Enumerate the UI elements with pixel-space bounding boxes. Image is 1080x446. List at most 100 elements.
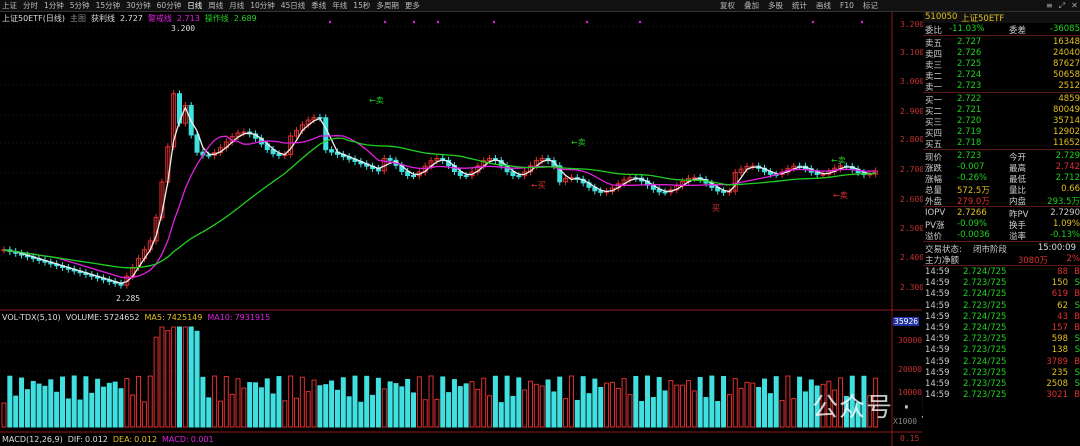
volume-bar (89, 392, 95, 428)
period-tab[interactable]: 多周期 (376, 0, 399, 11)
volume-bar (411, 392, 416, 428)
iopv-row: PV涨 -0.09% 换手 1.09% (923, 219, 1080, 231)
price-axis-label: 2.500 (900, 224, 925, 233)
volume-bar (258, 387, 264, 428)
bid-row[interactable]: 买二 2.721 80049 (923, 105, 1080, 117)
tool-button[interactable]: 标记 (863, 0, 878, 11)
volume-bar (633, 375, 639, 428)
bid-row[interactable]: 买四 2.719 12902 (923, 127, 1080, 139)
volume-bar (30, 380, 36, 428)
volume-bar (136, 375, 142, 428)
period-tab[interactable]: 15分钟 (96, 0, 121, 11)
period-tab[interactable]: 1分钟 (44, 0, 64, 11)
period-tab[interactable]: 5分钟 (70, 0, 90, 11)
ask-row[interactable]: 卖四 2.726 24040 (923, 48, 1080, 60)
ask-row[interactable]: 卖三 2.725 87627 (923, 59, 1080, 71)
volume-bar (130, 394, 136, 428)
divider (923, 149, 1080, 150)
period-tab[interactable]: 45日线 (281, 0, 306, 11)
period-tab[interactable]: 30分钟 (126, 0, 151, 11)
tool-button[interactable]: F10 (840, 1, 854, 10)
volume-bar (177, 326, 182, 428)
close-icon[interactable]: ✕ (1071, 1, 1078, 10)
weibi-value: -11.03% (949, 24, 985, 34)
menu-icon[interactable]: ≡ (1046, 1, 1053, 10)
volume-bar (422, 399, 428, 428)
tool-button[interactable]: 复权 (720, 0, 735, 11)
volume-bar (317, 385, 323, 428)
volume-bar (674, 384, 680, 428)
tick-time: 14:59 (925, 278, 950, 289)
tool-button[interactable]: 画线 (816, 0, 831, 11)
period-tab[interactable]: 60分钟 (157, 0, 182, 11)
price-axis-label: 2.700 (900, 165, 925, 174)
tool-button[interactable]: 叠加 (744, 0, 759, 11)
ask-row[interactable]: 卖一 2.723 2512 (923, 81, 1080, 93)
tool-button[interactable]: 统计 (792, 0, 807, 11)
volume-bar (194, 330, 200, 428)
indicator-name[interactable]: 获利线 (91, 13, 115, 24)
volume-bar (77, 399, 83, 428)
bid-row[interactable]: 买三 2.720 35714 (923, 116, 1080, 128)
iopv-row: 溢价 -0.0036 溢率 -0.13% (923, 230, 1080, 242)
price-axis-label: 2.800 (900, 135, 925, 144)
bid-row[interactable]: 买五 2.718 11652 (923, 138, 1080, 150)
kline-chart[interactable]: 上证50ETF(日线) 主图 获利线 2.727 警戒线 2.713 操作线 2… (0, 12, 1028, 446)
volume-bar (276, 376, 282, 428)
period-tab[interactable]: 周线 (208, 0, 223, 11)
bid-volume: 11652 (1052, 138, 1080, 148)
volume-bar (48, 379, 54, 428)
bid-price: 2.719 (957, 127, 982, 137)
period-tab[interactable]: 分时 (23, 0, 38, 11)
period-tab[interactable]: 年线 (332, 0, 347, 11)
period-tab[interactable]: 季线 (311, 0, 326, 11)
volume-bar (329, 380, 335, 428)
volume-bar (375, 377, 381, 428)
tick-side: S (1074, 379, 1080, 389)
volume-bar (645, 375, 650, 428)
candle-body (516, 175, 522, 178)
maximize-icon[interactable]: ⤢ (1059, 1, 1065, 11)
tick-price: 2.723/725 (963, 390, 1007, 401)
price-axis-label: 3.000 (900, 77, 925, 86)
bid-row[interactable]: 买一 2.722 4859 (923, 94, 1080, 106)
candle-body (387, 158, 393, 161)
quote-value: 2.723 (957, 151, 982, 161)
price-axis-label: 2.600 (900, 195, 925, 204)
volume-bar (270, 393, 276, 428)
divider (923, 265, 1080, 266)
chart-canvas[interactable] (0, 12, 922, 446)
top-marker (811, 20, 815, 24)
candle-body (194, 134, 200, 153)
tick-side: S (1074, 278, 1080, 289)
period-tab[interactable]: 10分钟 (250, 0, 275, 11)
top-marker (638, 20, 642, 24)
main-label[interactable]: 主图 (70, 13, 86, 24)
macd-name[interactable]: MACD(12,26,9) (2, 435, 63, 444)
tick-time: 14:59 (925, 356, 950, 367)
ask-row[interactable]: 卖五 2.727 16348 (923, 37, 1080, 49)
period-tab[interactable]: 更多 (405, 0, 420, 11)
tick-time: 14:59 (925, 367, 950, 378)
period-tab[interactable]: 15秒 (353, 0, 370, 11)
ask-row[interactable]: 卖二 2.724 50658 (923, 70, 1080, 82)
macd-indicator-header: MACD(12,26,9) DIF: 0.012 DEA: 0.012 MACD… (2, 433, 219, 445)
period-tab[interactable]: 月线 (229, 0, 244, 11)
warning-line-value: 2.713 (176, 13, 200, 23)
dif-label: DIF: (67, 434, 83, 444)
volume-bar (522, 389, 528, 428)
quote-row: 外盘 279.0万 内盘 293.5万 (923, 195, 1080, 207)
tick-row: 14:59 2.724/725 88 B (923, 267, 1080, 278)
price-axis-label: 2.400 (900, 253, 925, 262)
quote-panel: 510050 上证50ETF 委比 -11.03% 委差 -36085 卖五 2.727 1… (923, 12, 1080, 446)
vol-name[interactable]: VOL-TDX(5,10) (2, 313, 61, 322)
volume-bar (440, 376, 446, 428)
volume-bar (498, 402, 504, 428)
volume-bar (100, 386, 106, 428)
volume-bar (779, 399, 785, 428)
tool-button[interactable]: 多股 (768, 0, 783, 11)
period-tab[interactable]: 日线 (187, 0, 202, 11)
volume-bar (767, 393, 773, 428)
volume-bar (785, 375, 791, 428)
period-tab[interactable]: 上证 (2, 0, 17, 11)
